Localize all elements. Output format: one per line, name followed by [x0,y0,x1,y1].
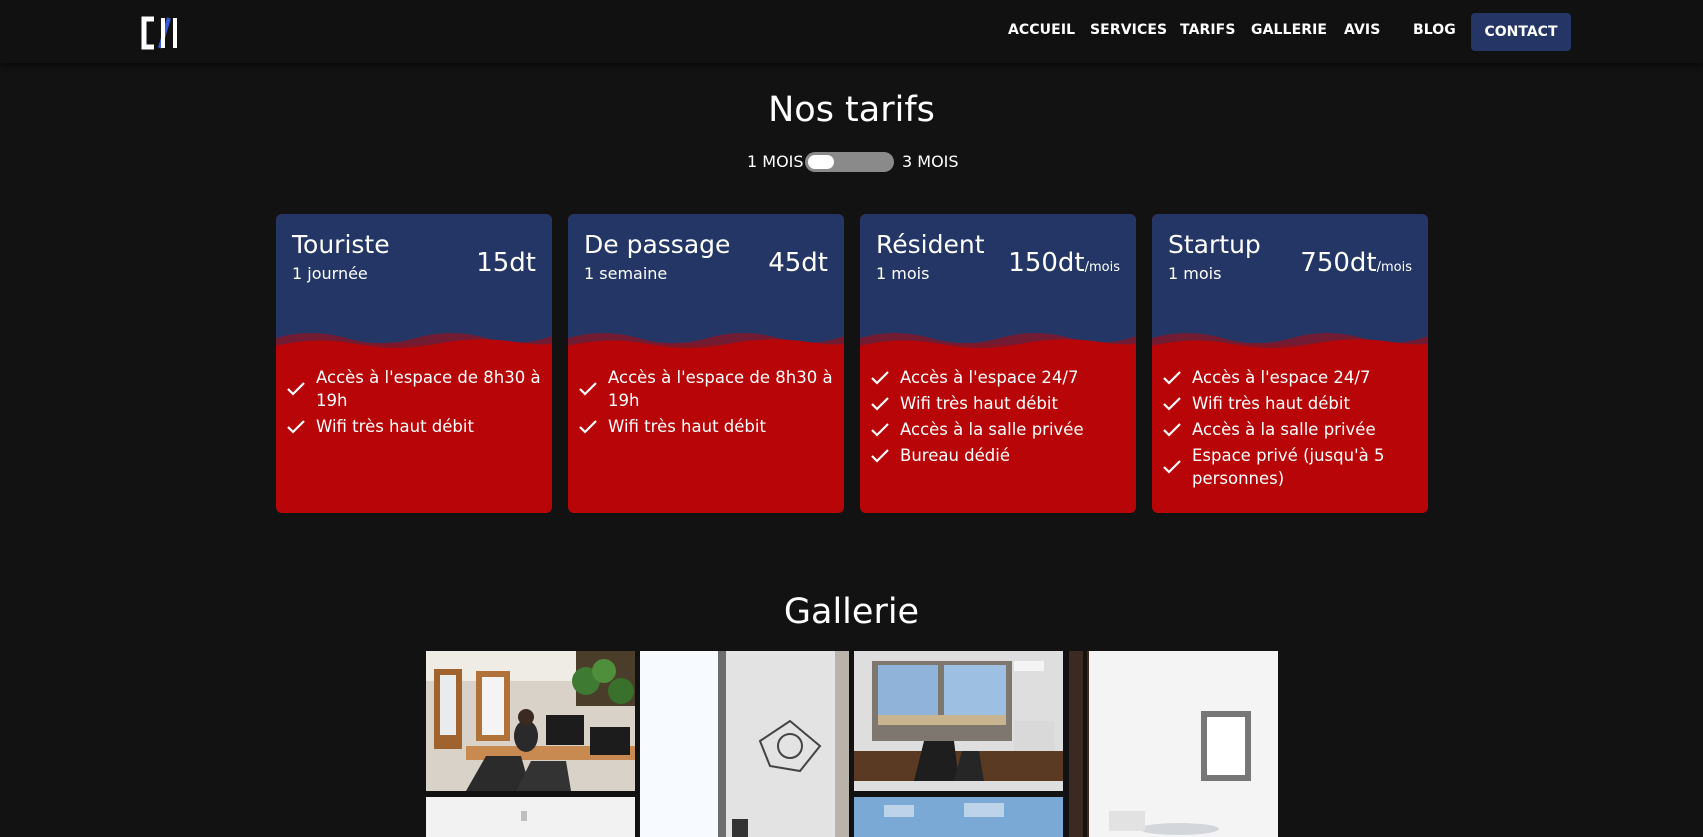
plan-period: 1 mois [1168,264,1222,283]
pricing-card[interactable]: Résident 1 mois 150dt/mois Accès à l'espace… [860,214,1136,513]
plan-name: Résident [876,230,985,259]
toggle-label-3-mois: 3 MOIS [902,152,959,171]
check-icon [287,419,305,434]
plan-name: Startup [1168,230,1261,259]
wave-divider [860,333,1136,356]
check-icon [1163,460,1181,474]
white-wall-photo[interactable] [426,797,635,837]
feature-text: Espace privé (jusqu'à 5 personnes) [1192,446,1385,488]
check-icon [871,422,889,437]
feature-text: Accès à la salle privée [900,420,1084,439]
plan-price: 15dt [476,248,536,278]
feature-item: Accès à l'espace de 8h30 à 19h [286,366,542,412]
pricing-card[interactable]: De passage 1 semaine 45dt Accès à l'espace … [568,214,844,513]
plan-price: 150dt [1008,248,1085,278]
check-icon [1163,370,1181,385]
plan-price-wrap: 150dt/mois [1008,248,1120,278]
workspace-window-photo[interactable] [854,651,1063,791]
contact-button[interactable]: CONTACT [1471,13,1571,51]
nav-gallerie[interactable]: GALLERIE [1251,22,1327,38]
duration-toggle[interactable] [805,152,894,172]
feature-item: Accès à l'espace 24/7 [870,366,1126,389]
feature-item: Accès à la salle privée [1162,418,1418,441]
feature-item: Accès à l'espace 24/7 [1162,366,1418,389]
pricing-card[interactable]: Touriste 1 journée 15dt Accès à l'espace de… [276,214,552,513]
toggle-knob[interactable] [808,155,834,169]
plan-price-unit: /mois [1376,260,1412,275]
nav-services[interactable]: SERVICES [1090,22,1167,38]
nav-accueil[interactable]: ACCUEIL [1008,22,1075,38]
feature-item: Espace privé (jusqu'à 5 personnes) [1162,444,1418,490]
pricing-card[interactable]: Startup 1 mois 750dt/mois Accès à l'espace … [1152,214,1428,513]
hallway-door-photo[interactable] [640,651,849,837]
check-icon [871,370,889,385]
plan-price: 750dt [1300,248,1377,278]
plan-period: 1 semaine [584,264,668,283]
plan-name: Touriste [292,230,390,259]
wave-divider [568,333,844,356]
plan-period: 1 mois [876,264,930,283]
check-icon [1163,422,1181,437]
feature-text: Wifi très haut débit [316,417,474,436]
feature-list: Accès à l'espace de 8h30 à 19h Wifi très … [578,366,834,441]
plan-price: 45dt [768,248,828,278]
feature-item: Accès à la salle privée [870,418,1126,441]
nav-blog[interactable]: BLOG [1413,22,1456,38]
feature-text: Wifi très haut débit [1192,394,1350,413]
toggle-label-1-mois: 1 MOIS [747,152,804,171]
check-icon [1163,396,1181,411]
check-icon [579,382,597,396]
wave-divider [276,333,552,356]
tarifs-title: Nos tarifs [768,90,935,130]
feature-text: Bureau dédié [900,446,1010,465]
plan-price-wrap: 45dt [768,248,828,278]
nav-avis[interactable]: AVIS [1344,22,1380,38]
logo-icon[interactable] [140,15,180,51]
feature-text: Accès à l'espace 24/7 [1192,368,1371,387]
white-room-photo[interactable] [1069,651,1278,837]
plan-name: De passage [584,230,731,259]
feature-text: Wifi très haut débit [608,417,766,436]
wave-divider [1152,333,1428,356]
site-header: ACCUEIL SERVICES TARIFS GALLERIE AVIS BL… [0,0,1703,63]
skylight-room-photo[interactable] [854,797,1063,837]
check-icon [287,382,305,396]
plan-price-wrap: 15dt [476,248,536,278]
feature-text: Accès à l'espace de 8h30 à 19h [608,368,833,410]
check-icon [871,448,889,463]
plan-price-unit: /mois [1084,260,1120,275]
gallery-title: Gallerie [783,592,920,632]
feature-list: Accès à l'espace 24/7 Wifi très haut débi… [1162,366,1418,493]
plan-period: 1 journée [292,264,368,283]
feature-item: Accès à l'espace de 8h30 à 19h [578,366,834,412]
check-icon [871,396,889,411]
feature-item: Wifi très haut débit [578,415,834,438]
plan-price-wrap: 750dt/mois [1300,248,1412,278]
check-icon [579,419,597,434]
feature-list: Accès à l'espace 24/7 Wifi très haut débi… [870,366,1126,470]
feature-item: Bureau dédié [870,444,1126,467]
feature-text: Accès à la salle privée [1192,420,1376,439]
feature-item: Wifi très haut débit [1162,392,1418,415]
feature-item: Wifi très haut débit [286,415,542,438]
feature-text: Wifi très haut débit [900,394,1058,413]
nav-tarifs[interactable]: TARIFS [1180,22,1236,38]
feature-text: Accès à l'espace 24/7 [900,368,1079,387]
feature-text: Accès à l'espace de 8h30 à 19h [316,368,541,410]
feature-item: Wifi très haut débit [870,392,1126,415]
office-desks-photo[interactable] [426,651,635,791]
feature-list: Accès à l'espace de 8h30 à 19h Wifi très … [286,366,542,441]
